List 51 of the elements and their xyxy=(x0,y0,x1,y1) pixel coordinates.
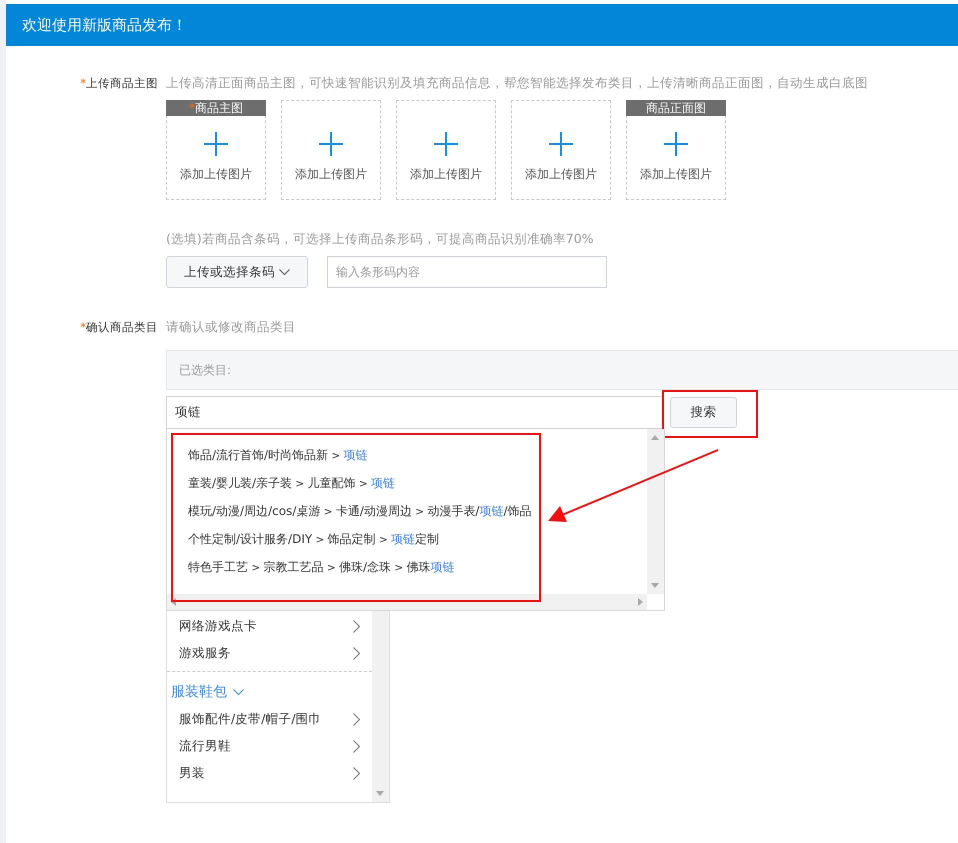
required-mark: * xyxy=(189,101,195,115)
chevron-icon xyxy=(233,688,244,696)
slot-tag-text: 商品正面图 xyxy=(646,101,706,115)
category-search-field[interactable]: 项链 xyxy=(166,396,663,429)
slot-text: 添加上传图片 xyxy=(180,166,252,183)
category-item[interactable]: 网络游戏点卡 xyxy=(167,613,372,640)
category-suggestion[interactable]: 童装/婴儿装/亲子装 > 儿童配饰 > 项链 xyxy=(188,475,396,503)
field-label: 上传商品主图 xyxy=(86,76,158,90)
selected-category-label: 已选类目: xyxy=(179,362,232,378)
category-suggestion[interactable]: 特色手工艺 > 宗教工艺品 > 佛珠/念珠 > 佛珠项链 xyxy=(188,559,454,587)
hint-text: 上传高清正面商品主图，可快速智能识别及填充商品信息，帮您智能选择发布类目，上传清晰商品正面图，自动生成白底图 xyxy=(166,76,868,90)
vertical-scrollbar[interactable] xyxy=(647,429,664,594)
page-title: 欢迎使用新版商品发布！ xyxy=(22,16,187,34)
slot-text: 添加上传图片 xyxy=(295,166,367,183)
hint-text: (选填)若商品含条码，可选择上传商品条形码，可提高商品识别准确率70% xyxy=(166,232,595,246)
vertical-scrollbar[interactable] xyxy=(372,611,389,802)
chevron-right-icon xyxy=(353,647,360,660)
barcode-dropdown-button[interactable]: 上传或选择条码 xyxy=(166,256,308,288)
plus-icon xyxy=(664,132,688,156)
image-upload-slot[interactable]: 添加上传图片 xyxy=(511,100,611,200)
category-item[interactable]: 游戏服务 xyxy=(167,640,372,667)
chevron-right-icon xyxy=(353,620,360,633)
required-mark: * xyxy=(80,320,86,334)
slot-tag-text: 商品主图 xyxy=(195,101,243,115)
image-upload-slot[interactable]: *商品主图 添加上传图片 xyxy=(166,100,266,200)
plus-icon xyxy=(549,132,573,156)
category-suggestion[interactable]: 饰品/流行首饰/时尚饰品新 > 项链 xyxy=(188,447,368,475)
plus-icon xyxy=(204,132,228,156)
slot-text: 添加上传图片 xyxy=(640,166,712,183)
category-item[interactable]: 男装 xyxy=(167,760,372,787)
chevron-right-icon xyxy=(353,740,360,753)
plus-icon xyxy=(434,132,458,156)
image-upload-slot[interactable]: 添加上传图片 xyxy=(396,100,496,200)
image-upload-slot[interactable]: 商品正面图 添加上传图片 xyxy=(626,100,726,200)
slot-text: 添加上传图片 xyxy=(525,166,597,183)
barcode-input-field[interactable]: 输入条形码内容 xyxy=(327,256,607,288)
plus-icon xyxy=(319,132,343,156)
slot-text: 添加上传图片 xyxy=(410,166,482,183)
field-label: 确认商品类目 xyxy=(86,320,158,334)
category-suggestion[interactable]: 个性定制/设计服务/DIY > 饰品定制 > 项链定制 xyxy=(188,531,440,559)
chevron-right-icon xyxy=(353,767,360,780)
horizontal-scrollbar[interactable] xyxy=(167,594,647,610)
hint-text: 请确认或修改商品类目 xyxy=(166,320,297,334)
required-mark: * xyxy=(80,76,86,90)
chevron-right-icon xyxy=(353,713,360,726)
category-suggestion[interactable]: 模玩/动漫/周边/cos/桌游 > 卡通/动漫周边 > 动漫手表/项链/饰品 xyxy=(188,503,532,531)
category-item[interactable]: 流行男鞋 xyxy=(167,733,372,760)
search-button[interactable]: 搜索 xyxy=(670,397,737,428)
image-upload-slot[interactable]: 添加上传图片 xyxy=(281,100,381,200)
category-item[interactable]: 服饰配件/皮带/帽子/围巾 xyxy=(167,706,372,733)
chevron-down-icon xyxy=(279,268,290,276)
